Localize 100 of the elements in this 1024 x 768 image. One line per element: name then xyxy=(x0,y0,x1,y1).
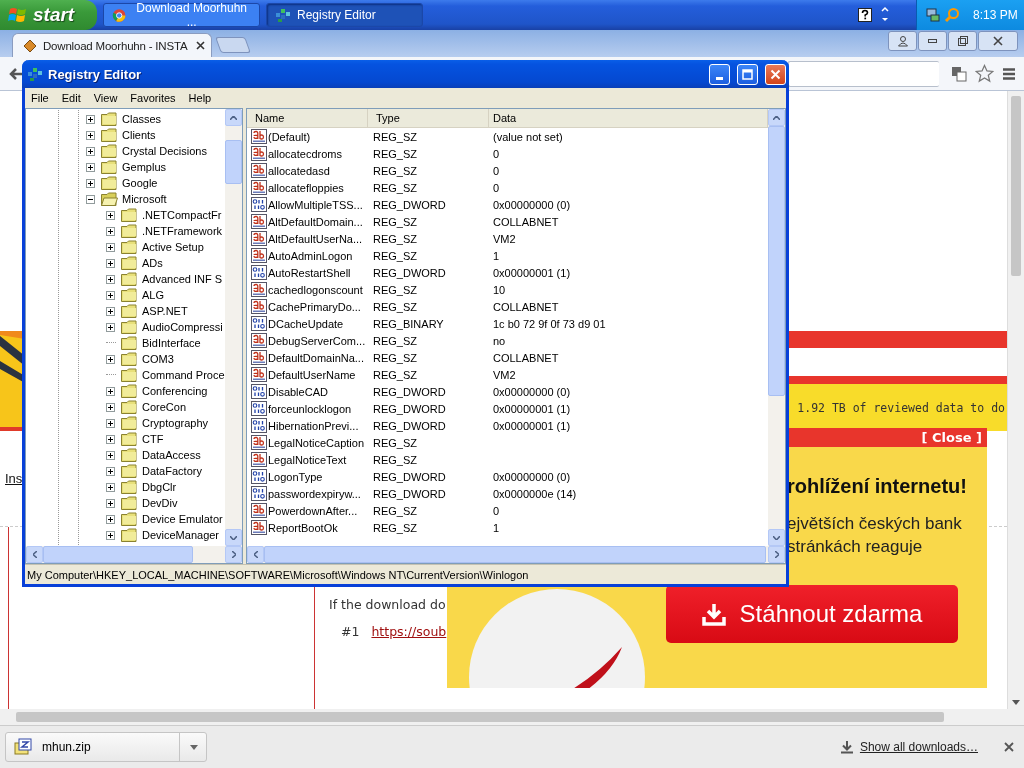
expand-icon[interactable] xyxy=(106,498,115,508)
value-name[interactable]: AutoRestartShell xyxy=(268,266,351,279)
scroll-right-icon[interactable] xyxy=(231,551,236,558)
value-name[interactable]: LogonType xyxy=(268,470,323,483)
minimize-button[interactable] xyxy=(918,30,947,51)
tree-item[interactable]: Cryptography xyxy=(142,417,209,429)
menu-item[interactable]: File xyxy=(31,92,49,104)
caret-icon[interactable] xyxy=(190,744,198,750)
column-header[interactable]: Name xyxy=(247,109,368,127)
scrollbar-thumb[interactable] xyxy=(1011,96,1021,276)
tree-item[interactable]: Active Setup xyxy=(142,241,204,253)
taskbar-button[interactable]: Registry Editor xyxy=(266,3,423,27)
tree-item[interactable]: Crystal Decisions xyxy=(122,145,207,157)
value-name[interactable]: (Default) xyxy=(268,130,311,143)
tree-item[interactable]: Gemplus xyxy=(122,161,167,173)
expand-icon[interactable] xyxy=(86,130,95,140)
scroll-up-icon[interactable] xyxy=(773,115,780,120)
menu-item[interactable]: View xyxy=(93,92,118,104)
menu-item[interactable]: Favorites xyxy=(130,92,176,104)
value-name[interactable]: AltDefaultUserNa... xyxy=(268,232,363,245)
profile-button[interactable] xyxy=(888,30,917,51)
tree-item[interactable]: Advanced INF S xyxy=(142,273,223,285)
tree-item[interactable]: DevDiv xyxy=(142,497,178,509)
address-field[interactable] xyxy=(788,60,939,87)
expand-icon[interactable] xyxy=(86,162,95,172)
help-icon[interactable] xyxy=(858,8,872,22)
page-horizontal-scrollbar[interactable] xyxy=(0,709,1024,725)
close-link[interactable]: [ Close ] xyxy=(921,430,982,445)
tree-item[interactable]: DeviceManager xyxy=(142,529,220,541)
tree-item[interactable]: ADs xyxy=(142,257,163,269)
expand-icon[interactable] xyxy=(106,354,115,364)
expand-icon[interactable] xyxy=(86,114,95,124)
page-link[interactable]: Ins xyxy=(5,471,23,486)
scroll-left-icon[interactable] xyxy=(32,551,37,558)
scrollbar-thumb[interactable] xyxy=(225,140,242,184)
expand-icon[interactable] xyxy=(106,386,115,396)
value-name[interactable]: forceunlocklogon xyxy=(268,402,352,415)
tree-item[interactable]: BidInterface xyxy=(142,337,201,349)
back-arrow-icon[interactable] xyxy=(8,65,24,82)
expand-icon[interactable] xyxy=(106,482,115,492)
translate-icon[interactable] xyxy=(951,65,967,82)
value-name[interactable]: ReportBootOk xyxy=(268,521,338,534)
value-name[interactable]: DisableCAD xyxy=(268,385,328,398)
value-name[interactable]: AllowMultipleTSS... xyxy=(268,198,363,211)
menu-item[interactable]: Edit xyxy=(61,92,81,104)
tree-item[interactable]: ALG xyxy=(142,289,164,301)
value-name[interactable]: DefaultDomainNa... xyxy=(268,351,364,364)
mirror-link[interactable]: https://soub xyxy=(371,624,447,639)
scroll-down-icon[interactable] xyxy=(230,535,237,540)
expand-icon[interactable] xyxy=(106,226,115,236)
expand-icon[interactable] xyxy=(106,242,115,252)
tree-item[interactable]: CoreCon xyxy=(142,401,187,413)
value-name[interactable]: PowerdownAfter... xyxy=(268,504,358,517)
scroll-left-icon[interactable] xyxy=(253,551,258,558)
value-name[interactable]: DCacheUpdate xyxy=(268,317,344,330)
expand-icon[interactable] xyxy=(106,322,115,332)
tree-item[interactable]: Google xyxy=(122,177,158,189)
value-name[interactable]: passwordexpiryw... xyxy=(268,487,361,500)
download-item[interactable]: mhun.zip xyxy=(5,732,207,762)
tree-item[interactable]: DbgClr xyxy=(142,481,177,493)
value-name[interactable]: DebugServerCom... xyxy=(268,334,366,347)
restore-button[interactable] xyxy=(948,30,977,51)
scroll-down-icon[interactable] xyxy=(773,535,780,540)
tree-item[interactable]: DataAccess xyxy=(142,449,201,461)
scroll-down-icon[interactable] xyxy=(1012,700,1020,705)
show-all-downloads-link[interactable]: Show all downloads… xyxy=(859,740,978,754)
tree-item[interactable]: DataFactory xyxy=(142,465,202,477)
value-name[interactable]: LegalNoticeCaption xyxy=(268,436,364,449)
tree-item[interactable]: Clients xyxy=(122,129,156,141)
tree-item[interactable]: .NETCompactFr xyxy=(142,209,222,221)
expand-icon[interactable] xyxy=(86,146,95,156)
expand-icon[interactable] xyxy=(106,402,115,412)
menu-item[interactable]: Help xyxy=(188,92,212,104)
expand-icon[interactable] xyxy=(106,434,115,444)
expand-icon[interactable] xyxy=(106,290,115,300)
tree-horizontal-scrollbar[interactable] xyxy=(26,546,242,563)
tree-item[interactable]: Conferencing xyxy=(142,385,208,397)
close-icon[interactable] xyxy=(196,41,205,50)
tree-item[interactable]: COM3 xyxy=(142,353,174,365)
value-name[interactable]: allocatefloppies xyxy=(268,181,344,194)
taskbar-button[interactable]: Download Moorhuhn ... xyxy=(103,3,260,27)
value-name[interactable]: HibernationPrevi... xyxy=(268,419,359,432)
value-name[interactable]: DefaultUserName xyxy=(268,368,356,381)
scroll-arrows-icon[interactable] xyxy=(880,6,890,24)
expand-icon[interactable] xyxy=(106,306,115,316)
value-name[interactable]: allocatedasd xyxy=(268,164,330,177)
value-name[interactable]: AutoAdminLogon xyxy=(268,249,353,262)
expand-icon[interactable] xyxy=(106,450,115,460)
column-header[interactable]: Type xyxy=(368,109,489,127)
tree-item[interactable]: ASP.NET xyxy=(142,305,188,317)
tree-item[interactable]: Device Emulator xyxy=(142,513,223,525)
expand-icon[interactable] xyxy=(106,466,115,476)
tree-scrollbar[interactable] xyxy=(225,109,242,546)
tree-item[interactable]: AudioCompressi xyxy=(142,321,223,333)
scroll-up-icon[interactable] xyxy=(230,115,237,120)
collapse-icon[interactable] xyxy=(86,194,95,204)
expand-icon[interactable] xyxy=(106,514,115,524)
scrollbar-thumb[interactable] xyxy=(16,712,944,722)
value-name[interactable]: LegalNoticeText xyxy=(268,453,347,466)
page-scrollbar[interactable] xyxy=(1007,91,1024,709)
